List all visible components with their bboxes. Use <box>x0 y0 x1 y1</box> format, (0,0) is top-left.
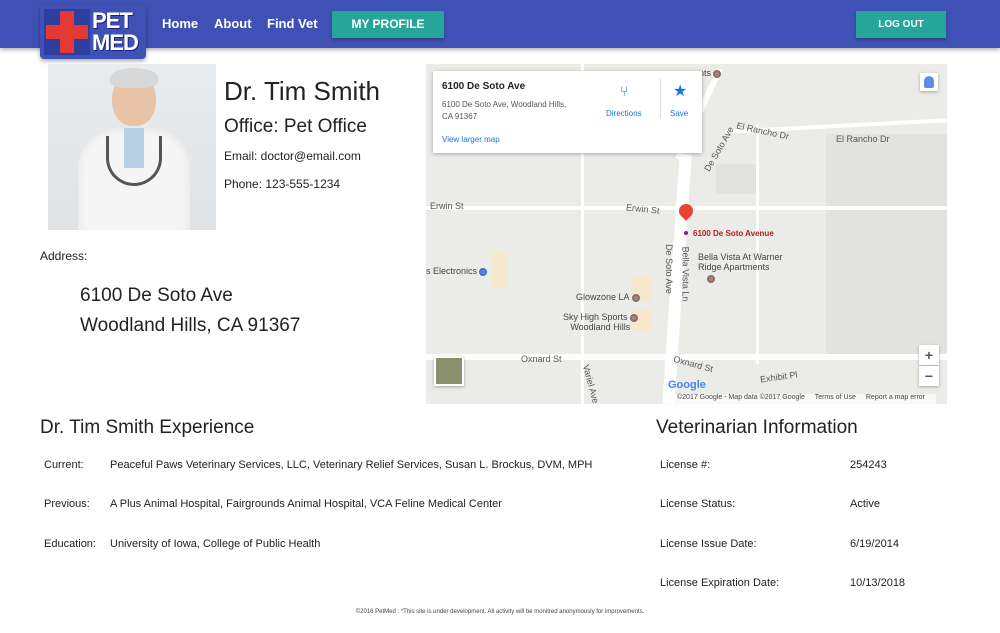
street-label: Oxnard St <box>521 354 562 364</box>
street-label: De Soto Ave <box>663 244 674 294</box>
street-label: Erwin St <box>625 202 660 216</box>
directions-icon[interactable]: ⑂ <box>620 83 628 99</box>
map-info-address-2: CA 91367 <box>442 112 478 121</box>
zoom-in-button[interactable]: + <box>919 345 939 365</box>
my-profile-button[interactable]: MY PROFILE <box>332 11 444 38</box>
view-larger-map-link[interactable]: View larger map <box>442 135 500 144</box>
address-label: Address: <box>40 249 88 263</box>
report-map-error-link[interactable]: Report a map error <box>866 394 925 401</box>
poi-label: s Electronics <box>426 266 488 276</box>
zoom-out-button[interactable]: − <box>919 366 939 386</box>
logo-line-pet: PET <box>92 8 133 33</box>
directions-link[interactable]: Directions <box>606 109 642 118</box>
nav-home-link[interactable]: Home <box>162 16 198 31</box>
vet-info-title: Veterinarian Information <box>656 417 858 438</box>
license-number-value: 254243 <box>850 459 887 471</box>
map-copyright: ©2017 Google - Map data ©2017 Google <box>677 394 805 401</box>
license-expiration-date-value: 10/13/2018 <box>850 577 906 589</box>
experience-title: Dr. Tim Smith Experience <box>40 417 255 438</box>
license-number-label: License #: <box>660 459 711 471</box>
doctor-phone: Phone: 123-555-1234 <box>224 177 341 191</box>
address-line-2: Woodland Hills, CA 91367 <box>80 315 301 336</box>
experience-value-previous: A Plus Animal Hospital, Fairgrounds Anim… <box>110 498 502 510</box>
logo-text: PET MED <box>92 8 139 55</box>
map-info-title: 6100 De Soto Ave <box>442 81 526 92</box>
experience-label-previous: Previous: <box>44 498 90 510</box>
experience-label-current: Current: <box>44 459 84 471</box>
google-logo: Google <box>668 379 706 391</box>
medical-cross-icon <box>44 9 90 55</box>
terms-of-use-link[interactable]: Terms of Use <box>815 394 856 401</box>
street-view-pegman-icon[interactable] <box>920 73 938 91</box>
map-attribution: ©2017 Google - Map data ©2017 Google Ter… <box>674 394 937 404</box>
site-footer: ©2016 PetMed : *This site is under devel… <box>355 609 645 615</box>
license-issue-date-value: 6/19/2014 <box>850 538 899 550</box>
license-issue-date-label: License Issue Date: <box>660 538 757 550</box>
experience-label-education: Education: <box>44 538 96 550</box>
doctor-photo <box>48 64 216 230</box>
poi-label: Glowzone LA <box>576 292 640 302</box>
doctor-name: Dr. Tim Smith <box>224 76 381 106</box>
poi-label: Bella Vista At Warner Ridge Apartments <box>698 252 783 272</box>
doctor-email: Email: doctor@email.com <box>224 149 361 163</box>
map-info-address-1: 6100 De Soto Ave, Woodland Hills, <box>442 100 567 109</box>
poi-label: Sky High Sports Woodland Hills <box>563 312 638 332</box>
license-status-value: Active <box>850 498 880 510</box>
doctor-office: Office: Pet Office <box>224 116 367 137</box>
logout-button[interactable]: LOG OUT <box>856 11 946 38</box>
save-link[interactable]: Save <box>670 109 688 118</box>
license-status-label: License Status: <box>660 498 736 510</box>
satellite-thumbnail[interactable] <box>434 356 464 386</box>
street-label: El Rancho Dr <box>735 120 790 142</box>
street-label: Exhibit Pl <box>759 369 799 385</box>
nav-find-vet-link[interactable]: Find Vet <box>267 16 318 31</box>
nav-about-link[interactable]: About <box>214 16 252 31</box>
address-line-1: 6100 De Soto Ave <box>80 285 233 306</box>
logo-line-med: MED <box>92 30 139 55</box>
license-expiration-date-label: License Expiration Date: <box>660 577 780 589</box>
google-map[interactable]: El Rancho Dr El Rancho Dr Erwin St Erwin… <box>426 64 947 404</box>
navbar: Home About Find Vet MY PROFILE LOG OUT <box>0 0 1000 48</box>
street-label: Bella Vista Ln <box>680 246 691 302</box>
star-icon[interactable]: ★ <box>673 81 687 101</box>
pin-label: 6100 De Soto Avenue <box>693 229 774 238</box>
petmed-logo[interactable]: PET MED <box>40 5 146 59</box>
street-label: El Rancho Dr <box>836 134 890 144</box>
experience-value-education: University of Iowa, College of Public He… <box>110 538 321 550</box>
experience-value-current: Peaceful Paws Veterinary Services, LLC, … <box>110 459 593 471</box>
street-label: Erwin St <box>430 201 464 211</box>
map-info-card: 6100 De Soto Ave 6100 De Soto Ave, Woodl… <box>433 71 702 153</box>
